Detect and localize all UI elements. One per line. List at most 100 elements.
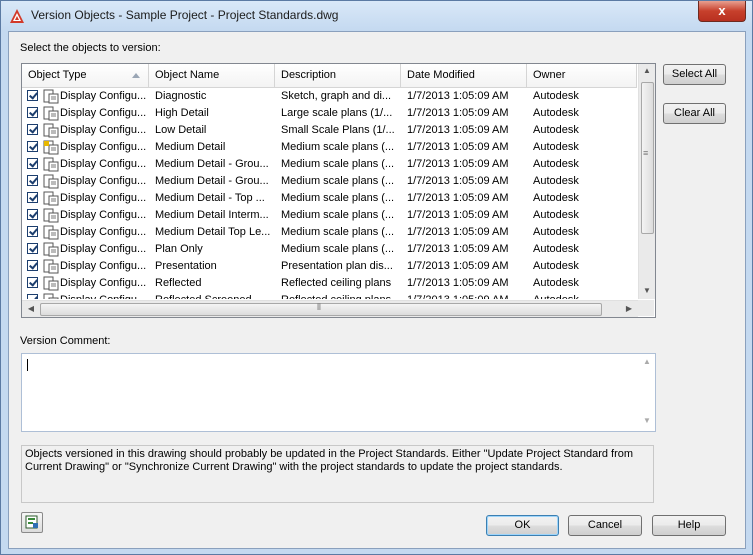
comment-scrollbar[interactable]: ▲ ▼ [638,354,655,431]
row-checkbox[interactable] [27,107,38,118]
object-name-cell: Medium Detail - Grou... [155,175,269,187]
description-cell: Medium scale plans (... [281,209,395,221]
window-title: Version Objects - Sample Project - Proje… [31,8,339,22]
horizontal-scrollbar[interactable]: ◀ ⦀ ▶ [22,300,638,317]
row-checkbox[interactable] [27,277,38,288]
description-cell: Medium scale plans (... [281,158,395,170]
close-button[interactable]: x [698,1,746,22]
owner-cell: Autodesk [533,260,579,272]
date-modified-cell: 1/7/2013 1:05:09 AM [407,90,509,102]
owner-cell: Autodesk [533,107,579,119]
owner-cell: Autodesk [533,141,579,153]
object-name-cell: Plan Only [155,243,203,255]
description-cell: Medium scale plans (... [281,192,395,204]
scroll-down-arrow-icon[interactable]: ▼ [640,286,654,295]
grip-icon: ⦀ [317,302,321,312]
row-checkbox[interactable] [27,175,38,186]
sort-ascending-icon [132,73,140,78]
vertical-scrollbar[interactable]: ▲ ≡ ▼ [638,64,655,299]
table-row[interactable]: Display Configu... High Detail Large scale… [22,105,637,122]
table-row[interactable]: Display Configu... Medium Detail - Top ..… [22,190,637,207]
cancel-button[interactable]: Cancel [568,515,642,536]
display-configuration-icon [43,259,59,274]
scroll-down-arrow-icon[interactable]: ▼ [640,416,654,425]
version-comment-field[interactable]: ▲ ▼ [21,353,656,432]
object-type-cell: Display Configu... [60,260,147,272]
table-row[interactable]: Display Configu... Medium Detail Medium sc… [22,139,637,156]
scroll-left-arrow-icon[interactable]: ◀ [24,304,38,313]
scroll-right-arrow-icon[interactable]: ▶ [622,304,636,313]
column-header-date-modified[interactable]: Date Modified [401,64,527,87]
date-modified-cell: 1/7/2013 1:05:09 AM [407,158,509,170]
object-type-cell: Display Configu... [60,209,147,221]
version-comment-label: Version Comment: [20,335,111,347]
display-configuration-icon [43,106,59,121]
display-configuration-icon [43,208,59,223]
objects-list[interactable]: Object Type Object Name Description Date… [21,63,656,318]
table-row[interactable]: Display Configu... Reflected Reflected cei… [22,275,637,292]
object-viewer-icon [25,515,38,529]
ok-button[interactable]: OK [486,515,559,536]
clear-all-button[interactable]: Clear All [663,103,726,124]
version-objects-dialog: Version Objects - Sample Project - Proje… [0,0,753,555]
object-name-cell: Diagnostic [155,90,207,102]
object-type-cell: Display Configu... [60,107,147,119]
table-row[interactable]: Display Configu... Low Detail Small Scale … [22,122,637,139]
owner-cell: Autodesk [533,292,633,299]
description-cell: Presentation plan dis... [281,260,393,272]
row-checkbox[interactable] [27,158,38,169]
row-checkbox[interactable] [27,124,38,135]
column-header-description[interactable]: Description [275,64,401,87]
column-header-object-name[interactable]: Object Name [149,64,275,87]
table-row[interactable]: Display Configu... Plan Only Medium scale … [22,241,637,258]
list-rows: Display Configu... Diagnostic Sketch, grap… [22,88,637,299]
description-cell: Large scale plans (1/... [281,107,393,119]
grip-icon: ≡ [643,148,649,158]
date-modified-cell: 1/7/2013 1:05:09 AM [407,192,509,204]
dialog-body: Select the objects to version: Object Ty… [8,31,746,549]
table-row[interactable]: Display Configu... Diagnostic Sketch, grap… [22,88,637,105]
object-type-cell: Display Configu... [60,243,147,255]
display-configuration-icon [43,225,59,240]
row-checkbox[interactable] [27,226,38,237]
object-type-cell: Display Configu... [60,175,147,187]
date-modified-cell: 1/7/2013 1:05:09 AM [407,209,509,221]
table-row[interactable]: Display Configu... Medium Detail Top Le..… [22,224,637,241]
table-row[interactable]: Display Configu... Presentation Presentati… [22,258,637,275]
table-row[interactable]: Display Configu... Reflected Screened Refl… [22,292,637,299]
table-row[interactable]: Display Configu... Medium Detail - Grou..… [22,173,637,190]
horizontal-scroll-thumb[interactable] [40,303,602,316]
object-type-cell: Display Configu... [60,124,147,136]
object-name-cell: Medium Detail [155,141,226,153]
date-modified-cell: 1/7/2013 1:05:09 AM [407,292,525,299]
display-configuration-icon [43,191,59,206]
date-modified-cell: 1/7/2013 1:05:09 AM [407,175,509,187]
table-row[interactable]: Display Configu... Medium Detail - Grou..… [22,156,637,173]
row-checkbox[interactable] [27,209,38,220]
row-checkbox[interactable] [27,192,38,203]
object-name-cell: Medium Detail - Grou... [155,158,269,170]
row-checkbox[interactable] [27,260,38,271]
scroll-up-arrow-icon[interactable]: ▲ [640,357,654,366]
display-configuration-icon [43,157,59,172]
object-name-cell: Medium Detail Interm... [155,209,269,221]
column-header-owner[interactable]: Owner [527,64,637,87]
object-viewer-button[interactable] [21,512,43,533]
description-cell: Small Scale Plans (1/... [281,124,395,136]
column-header-object-type[interactable]: Object Type [22,64,149,87]
row-checkbox[interactable] [27,243,38,254]
help-button[interactable]: Help [652,515,726,536]
description-cell: Medium scale plans (... [281,243,395,255]
title-bar[interactable]: Version Objects - Sample Project - Proje… [1,1,752,31]
vertical-scroll-thumb[interactable] [641,82,654,234]
row-checkbox[interactable] [27,141,38,152]
select-all-button[interactable]: Select All [663,64,726,85]
row-checkbox[interactable] [27,294,38,299]
scroll-up-arrow-icon[interactable]: ▲ [640,66,654,75]
object-type-cell: Display Configu... [60,141,147,153]
table-row[interactable]: Display Configu... Medium Detail Interm..… [22,207,637,224]
list-header: Object Type Object Name Description Date… [22,64,637,88]
owner-cell: Autodesk [533,209,579,221]
row-checkbox[interactable] [27,90,38,101]
description-cell: Medium scale plans (... [281,226,395,238]
